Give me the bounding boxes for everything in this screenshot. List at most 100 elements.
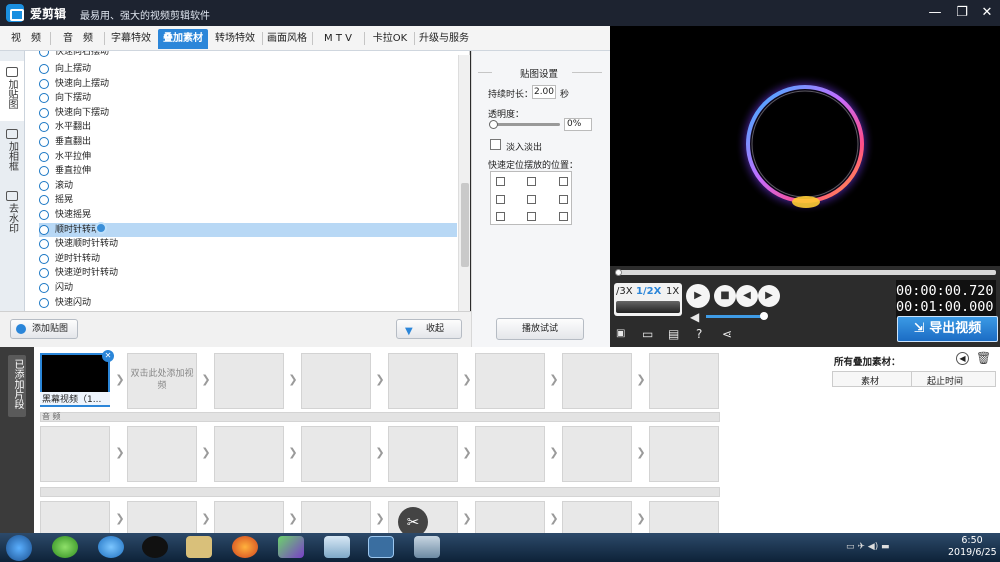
next-frame-button[interactable]: ▶ [758, 285, 780, 307]
position-top-right[interactable] [559, 177, 568, 186]
open-folder-icon[interactable]: ▭ [642, 327, 653, 341]
position-center[interactable] [527, 195, 536, 204]
empty-slot[interactable] [127, 501, 197, 537]
empty-slot[interactable] [649, 426, 719, 482]
position-middle-left[interactable] [496, 195, 505, 204]
empty-slot[interactable] [388, 353, 458, 409]
empty-slot[interactable] [562, 501, 632, 537]
empty-slot[interactable] [40, 501, 110, 537]
empty-slot[interactable] [301, 353, 371, 409]
add-sticker-button[interactable]: 添加贴图 [10, 319, 78, 339]
stop-button[interactable]: ■ [714, 285, 736, 307]
remove-clip-icon[interactable]: ✕ [102, 350, 114, 362]
empty-slot[interactable] [562, 426, 632, 482]
qq-icon[interactable] [142, 536, 168, 558]
speed-slider[interactable] [616, 301, 680, 313]
side-tab-add-sticker[interactable]: 加贴图 [0, 61, 24, 121]
position-bottom-left[interactable] [496, 212, 505, 221]
tab-karaoke[interactable]: 卡拉OK [368, 29, 412, 49]
aijianji-taskbar-icon[interactable] [368, 536, 394, 558]
empty-slot[interactable] [301, 501, 371, 537]
player-icon[interactable] [278, 536, 304, 558]
speed-normal[interactable]: 1X [666, 286, 679, 297]
list-item[interactable]: 快速向右摆动 [39, 51, 457, 60]
list-item[interactable]: 垂直翻出 [39, 135, 457, 150]
play-button[interactable]: ▶ [686, 284, 710, 308]
list-item[interactable]: 快速闪动 [39, 296, 457, 311]
back-icon[interactable]: ◀ [956, 352, 969, 365]
tab-overlay[interactable]: 叠加素材 [158, 29, 208, 49]
firefox-icon[interactable] [232, 536, 258, 558]
prev-frame-button[interactable]: ◀ [736, 285, 758, 307]
close-button[interactable]: ✕ [976, 3, 998, 23]
volume-thumb[interactable] [760, 312, 768, 320]
empty-slot[interactable] [214, 501, 284, 537]
empty-slot[interactable] [127, 426, 197, 482]
empty-slot[interactable] [40, 426, 110, 482]
play-test-button[interactable]: 播放试试 [496, 318, 584, 340]
tab-styles[interactable]: 画面风格 [264, 29, 310, 49]
new-project-icon[interactable]: ▣ [616, 328, 625, 339]
opacity-slider[interactable] [492, 123, 560, 126]
minimize-button[interactable]: — [924, 3, 946, 23]
start-button[interactable] [6, 535, 32, 561]
position-bottom-right[interactable] [559, 212, 568, 221]
collapse-button[interactable]: ▼ 收起 [396, 319, 462, 339]
help-icon[interactable]: ? [696, 327, 702, 341]
list-item[interactable]: 水平翻出 [39, 120, 457, 135]
empty-slot[interactable] [562, 353, 632, 409]
tab-subtitle-effects[interactable]: 字幕特效 [106, 29, 156, 49]
list-item[interactable]: 向下摆动 [39, 91, 457, 106]
tab-mtv[interactable]: M T V [316, 29, 360, 49]
empty-slot[interactable] [649, 501, 719, 537]
speed-one-third[interactable]: /3X [616, 286, 633, 297]
side-tab-add-frame[interactable]: 加相框 [0, 123, 24, 183]
empty-slot[interactable] [475, 353, 545, 409]
list-item[interactable]: 闪动 [39, 281, 457, 296]
media-icon[interactable] [98, 536, 124, 558]
restore-button[interactable]: ❐ [951, 3, 973, 23]
list-item[interactable]: 快速向下摆动 [39, 106, 457, 121]
list-item[interactable]: 逆时针转动 [39, 252, 457, 267]
empty-slot[interactable] [475, 426, 545, 482]
clock[interactable]: 6:50 2019/6/25 [948, 535, 997, 559]
list-scrollbar[interactable] [458, 55, 470, 311]
empty-slot[interactable] [475, 501, 545, 537]
position-top-left[interactable] [496, 177, 505, 186]
list-item[interactable]: 滚动 [39, 179, 457, 194]
empty-slot[interactable] [388, 426, 458, 482]
save-icon[interactable]: ▤ [668, 327, 679, 341]
empty-slot[interactable] [649, 353, 719, 409]
list-item[interactable]: 快速顺时针转动 [39, 237, 457, 252]
duration-input[interactable]: 2.00 [532, 85, 556, 99]
tab-upgrade[interactable]: 升级与服务 [416, 29, 472, 49]
notes-icon[interactable] [324, 536, 350, 558]
tab-transitions[interactable]: 转场特效 [210, 29, 260, 49]
list-item[interactable]: 向上摆动 [39, 62, 457, 77]
opacity-slider-thumb[interactable] [489, 120, 498, 129]
add-video-slot[interactable]: 双击此处添加视频 [127, 353, 197, 409]
list-item[interactable]: 快速向上摆动 [39, 77, 457, 92]
empty-slot[interactable] [301, 426, 371, 482]
position-bottom-center[interactable] [527, 212, 536, 221]
list-item[interactable]: 摇晃 [39, 193, 457, 208]
seek-thumb[interactable] [615, 269, 622, 276]
position-middle-right[interactable] [559, 195, 568, 204]
empty-slot[interactable] [214, 353, 284, 409]
opacity-input[interactable]: 0% [564, 118, 592, 131]
tab-audio[interactable]: 音 频 [54, 29, 102, 49]
list-item[interactable]: 垂直拉伸 [39, 164, 457, 179]
browser-icon[interactable] [52, 536, 78, 558]
export-video-button[interactable]: ⇲ 导出视频 [897, 316, 998, 342]
speed-half[interactable]: 1/2X [636, 286, 661, 297]
tab-video[interactable]: 视 频 [4, 29, 48, 49]
volume-slider[interactable] [706, 315, 764, 318]
folder-icon[interactable] [186, 536, 212, 558]
tool-icon[interactable] [414, 536, 440, 558]
trash-icon[interactable]: 🗑 [976, 351, 991, 365]
seek-bar[interactable] [610, 266, 1000, 280]
list-item[interactable]: 快速逆时针转动 [39, 266, 457, 281]
scrollbar-thumb[interactable] [461, 183, 469, 267]
fade-checkbox[interactable] [490, 139, 501, 150]
empty-slot[interactable] [214, 426, 284, 482]
